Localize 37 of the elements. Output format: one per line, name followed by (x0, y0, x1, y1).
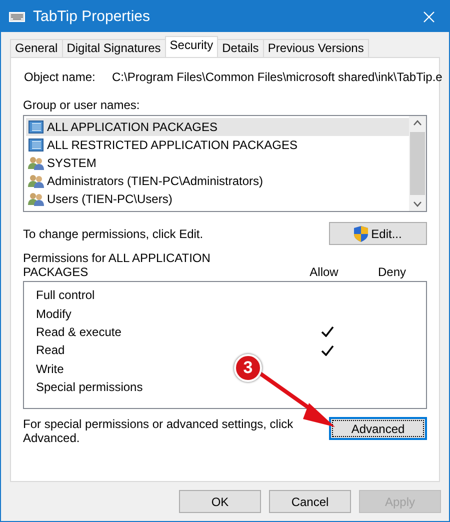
dialog-button[interactable]: Cancel (269, 490, 351, 513)
scrollbar[interactable] (409, 116, 426, 211)
permission-name: Read & execute (36, 324, 122, 339)
list-item[interactable]: Users (TIEN-PC\Users) (26, 190, 409, 208)
list-item[interactable]: Administrators (TIEN-PC\Administrators) (26, 172, 409, 190)
edit-button[interactable]: Edit... (329, 222, 427, 245)
tab[interactable]: General (10, 39, 63, 57)
package-icon (28, 138, 44, 152)
object-name-label: Object name: (24, 70, 96, 84)
keyboard-icon (9, 12, 25, 22)
permissions-label: Permissions for ALL APPLICATION PACKAGES (23, 251, 212, 279)
package-icon (28, 120, 44, 134)
permission-name: Read (36, 343, 65, 358)
window-title: TabTip Properties (33, 8, 151, 25)
advanced-button[interactable]: Advanced (329, 417, 427, 440)
permission-name: Special permissions (36, 380, 143, 394)
tab[interactable]: Previous Versions (262, 39, 369, 57)
users-icon (28, 192, 44, 206)
dialog-button[interactable]: OK (179, 490, 261, 513)
list-item[interactable]: ALL APPLICATION PACKAGES (26, 118, 409, 136)
users-icon (28, 156, 44, 170)
users-icon (28, 174, 44, 188)
advanced-hint: For special permissions or advanced settings, click Advanced. (23, 417, 294, 445)
list-item[interactable]: SYSTEM (26, 154, 409, 172)
column-header: Deny (376, 265, 407, 279)
object-name-value: C:\Program Files\Common Files\microsoft shared\ink\TabTip.e (112, 70, 442, 84)
column-header: Allow (308, 265, 340, 279)
edit-hint: To change permissions, click Edit. (23, 226, 204, 240)
shield-icon (354, 226, 368, 242)
permission-name: Write (36, 362, 64, 376)
tab[interactable]: Security (164, 36, 218, 57)
list-item[interactable]: ALL RESTRICTED APPLICATION PACKAGES (26, 136, 409, 154)
tab[interactable]: Digital Signatures (62, 39, 166, 57)
group-label: Group or user names: (23, 98, 141, 112)
permission-name: Full control (36, 288, 95, 302)
close-icon (423, 10, 435, 22)
permission-name: Modify (36, 306, 72, 321)
